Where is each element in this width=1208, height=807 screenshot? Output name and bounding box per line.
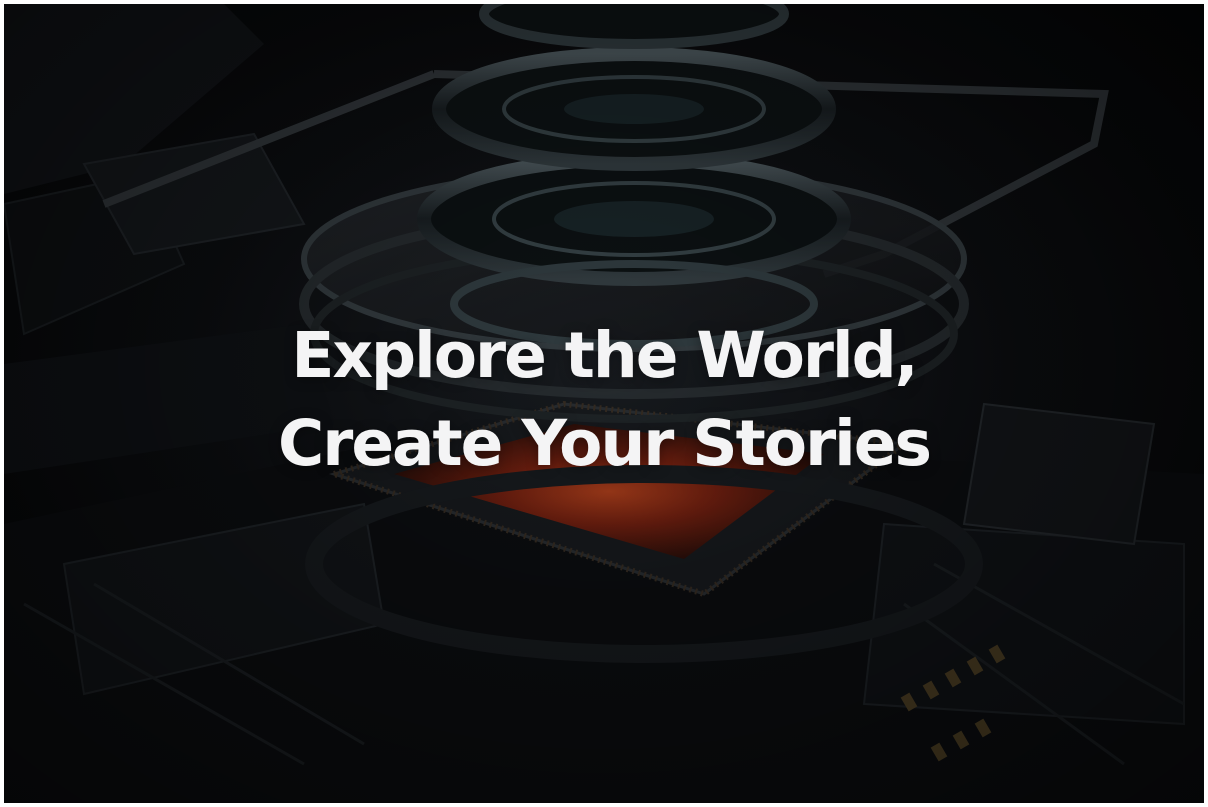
headline-line-2: Create Your Stories: [278, 407, 932, 480]
headline-line-1: Explore the World,: [291, 319, 918, 392]
hero-headline: Explore the World, Create Your Stories: [4, 312, 1204, 488]
hero-section: Explore the World, Create Your Stories: [4, 4, 1204, 803]
